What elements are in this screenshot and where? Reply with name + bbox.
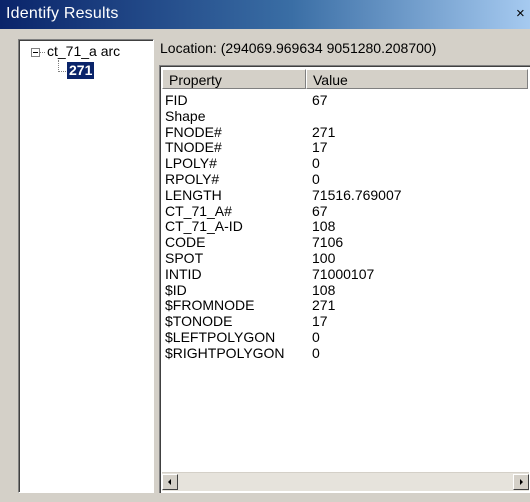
table-row[interactable]: CODE 7106 [160,234,530,250]
table-row[interactable]: INTID 71000107 [160,266,530,282]
cell-value: 0 [312,328,320,345]
table-row[interactable]: FNODE# 271 [160,124,530,140]
table-row[interactable]: CT_71_A# 67 [160,203,530,219]
cell-value: 271 [312,297,336,314]
cell-property: Shape [165,107,206,124]
arrow-left-icon[interactable] [162,474,178,490]
cell-value: 0 [312,170,320,187]
attribute-rows: FID 67 Shape FNODE# 271 TNODE# 17 LPOLY# 0 RPOLY#… [160,92,530,361]
table-row[interactable]: $TONODE 17 [160,313,530,329]
column-header-value[interactable]: Value [306,69,528,89]
table-row[interactable]: CT_71_A-ID 108 [160,218,530,234]
cell-value: 17 [312,139,328,156]
cell-property: LPOLY# [165,155,217,172]
window-title: Identify Results [6,5,119,22]
cell-value: 108 [312,218,336,235]
cell-property: INTID [165,265,202,282]
tree-panel: ct_71_a arc 271 [18,39,154,493]
cell-value: 17 [312,313,328,330]
cell-property: LENGTH [165,186,222,203]
cell-value: 0 [312,155,320,172]
cell-property: CT_71_A# [165,202,232,219]
table-row[interactable]: TNODE# 17 [160,139,530,155]
horizontal-scrollbar[interactable] [162,472,529,491]
table-row[interactable]: FID 67 [160,92,530,108]
cell-property: FID [165,92,188,108]
cell-property: $ID [165,281,187,298]
cell-property: $TONODE [165,313,233,330]
identify-results-window: Identify Results × ct_71_a arc 271 Locat… [0,0,530,502]
cell-value: 271 [312,123,336,140]
tree-connector [40,52,45,53]
tree-connector [58,71,66,72]
tree-root-layer[interactable]: ct_71_a arc [47,43,120,59]
table-row[interactable]: $RIGHTPOLYGON 0 [160,345,530,361]
table-row[interactable]: SPOT 100 [160,250,530,266]
tree-item-selected[interactable]: 271 [67,62,95,79]
close-icon[interactable]: × [516,5,530,23]
cell-value: 108 [312,281,336,298]
cell-value: 67 [312,202,328,219]
arrow-right-icon[interactable] [513,474,529,490]
table-row[interactable]: Shape [160,108,530,124]
cell-value: 7106 [312,234,344,251]
cell-property: $LEFTPOLYGON [165,328,276,345]
column-header-property[interactable]: Property [162,69,306,89]
cell-value: 67 [312,92,328,108]
cell-value: 71516.769007 [312,186,402,203]
table-row[interactable]: $ID 108 [160,282,530,298]
cell-property: CT_71_A-ID [165,218,243,235]
cell-property: $RIGHTPOLYGON [165,344,285,361]
cell-value: 71000107 [312,265,375,282]
cell-property: CODE [165,234,206,251]
cell-property: SPOT [165,249,204,266]
table-row[interactable]: LPOLY# 0 [160,155,530,171]
title-bar[interactable]: Identify Results × [0,0,530,29]
cell-property: TNODE# [165,139,222,156]
cell-property: RPOLY# [165,170,220,187]
location-readout: Location: (294069.969634 9051280.208700) [160,40,437,56]
cell-value: 100 [312,249,336,266]
attributes-grid: Property Value FID 67 Shape FNODE# 271 TNODE#… [159,65,530,493]
table-row[interactable]: $LEFTPOLYGON 0 [160,329,530,345]
cell-value: 0 [312,344,320,361]
cell-property: FNODE# [165,123,222,140]
cell-property: $FROMNODE [165,297,255,314]
collapse-icon[interactable] [31,48,40,57]
table-row[interactable]: RPOLY# 0 [160,171,530,187]
table-row[interactable]: LENGTH 71516.769007 [160,187,530,203]
table-row[interactable]: $FROMNODE 271 [160,297,530,313]
